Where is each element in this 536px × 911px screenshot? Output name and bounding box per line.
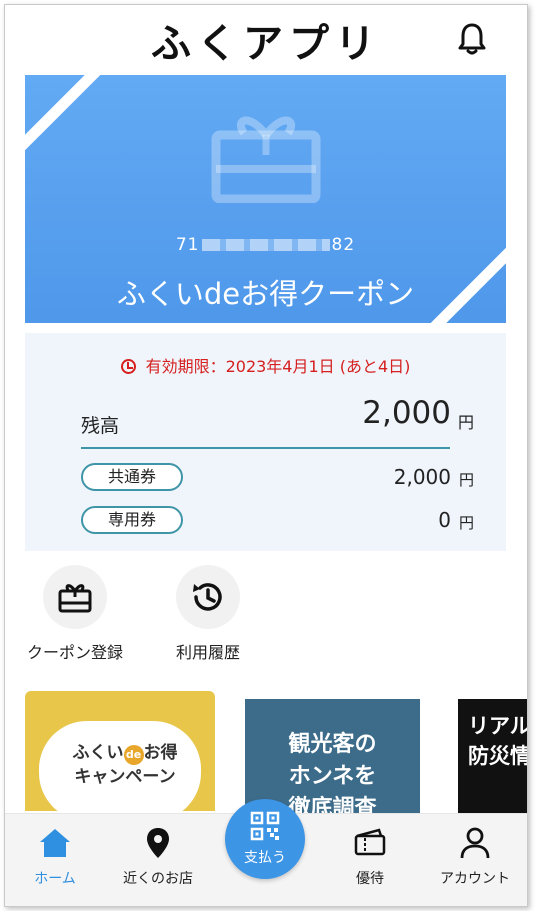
map-pin-icon (147, 828, 169, 858)
dedicated-ticket-amount: 0 (438, 508, 451, 532)
disaster-banner-text: リアル 防災情 (468, 711, 528, 771)
pay-button[interactable]: 支払う (225, 799, 305, 879)
expiry-notice: 有効期限：2023年4月1日 (あと4日) (25, 353, 506, 377)
disaster-line-2: 防災情 (468, 744, 528, 768)
card-number-mask (201, 239, 330, 251)
history-label: 利用履歴 (175, 643, 240, 662)
disaster-line-1: リアル (468, 714, 528, 738)
header: ふくアプリ (5, 5, 527, 77)
common-ticket-unit: 円 (458, 471, 474, 489)
pay-label: 支払う (244, 850, 286, 866)
card-number-suffix: 82 (331, 235, 356, 255)
coupon-register-button[interactable]: クーポン登録 (15, 565, 135, 663)
expiry-text: 有効期限：2023年4月1日 (あと4日) (145, 357, 411, 376)
campaign-text-1b: お得 (143, 743, 178, 763)
nav-nearby[interactable]: 近くのお店 (108, 826, 208, 888)
survey-line-1: 観光客の (288, 732, 377, 757)
nav-home[interactable]: ホーム (5, 826, 105, 888)
balance-label: 残高 (81, 415, 120, 437)
nav-account-label: アカウント (440, 871, 510, 887)
nav-benefits[interactable]: 優待 (320, 826, 420, 888)
dedicated-ticket-badge: 専用券 (81, 506, 183, 534)
nav-home-label: ホーム (34, 871, 76, 887)
gift-icon (58, 584, 92, 613)
nav-nearby-label: 近くのお店 (123, 871, 193, 887)
de-badge: de (123, 745, 144, 765)
coupon-register-label: クーポン登録 (26, 643, 123, 662)
coupon-register-circle (43, 565, 107, 629)
common-ticket-amount: 2,000 (393, 465, 451, 489)
clock-icon (120, 359, 136, 374)
divider (81, 447, 450, 449)
dedicated-ticket-unit: 円 (458, 514, 474, 532)
card-number-prefix: 71 (175, 235, 200, 255)
user-icon (460, 827, 490, 859)
history-circle (176, 565, 240, 629)
balance-unit: 円 (457, 413, 474, 432)
campaign-banner[interactable]: ふくい de お得 キャンペーン (25, 691, 215, 811)
qr-code-icon (250, 811, 280, 841)
app-screen: ふくアプリ 71 82 ふくいdeお得クーポン 有効期限：2023年4月1日 (あ… (4, 4, 528, 907)
coupon-card[interactable]: 71 82 ふくいdeお得クーポン (25, 75, 506, 323)
survey-line-2: ホンネを (288, 764, 377, 789)
coupon-title: ふくいdeお得クーポン (116, 277, 415, 311)
balance-panel: 有効期限：2023年4月1日 (あと4日) 残高 2,000 円 共通券 2,0… (25, 333, 506, 551)
home-icon (40, 829, 70, 857)
campaign-banner-text: ふくい de お得 キャンペーン (55, 741, 195, 789)
card-stripe (25, 75, 119, 156)
balance-amount: 2,000 (362, 395, 451, 431)
bell-icon[interactable] (455, 21, 489, 57)
disaster-banner[interactable]: リアル 防災情 (458, 699, 528, 819)
nav-benefits-label: 優待 (356, 871, 384, 887)
gift-card-icon (211, 116, 321, 203)
common-ticket-badge: 共通券 (81, 463, 183, 491)
campaign-text-2: キャンペーン (74, 767, 176, 787)
app-logo: ふくアプリ (151, 21, 381, 67)
history-icon (193, 583, 222, 611)
nav-account[interactable]: アカウント (425, 826, 525, 888)
history-button[interactable]: 利用履歴 (148, 565, 268, 663)
campaign-text-1: ふくい (72, 743, 124, 763)
card-number: 71 82 (25, 235, 506, 255)
ticket-icon (354, 828, 386, 856)
